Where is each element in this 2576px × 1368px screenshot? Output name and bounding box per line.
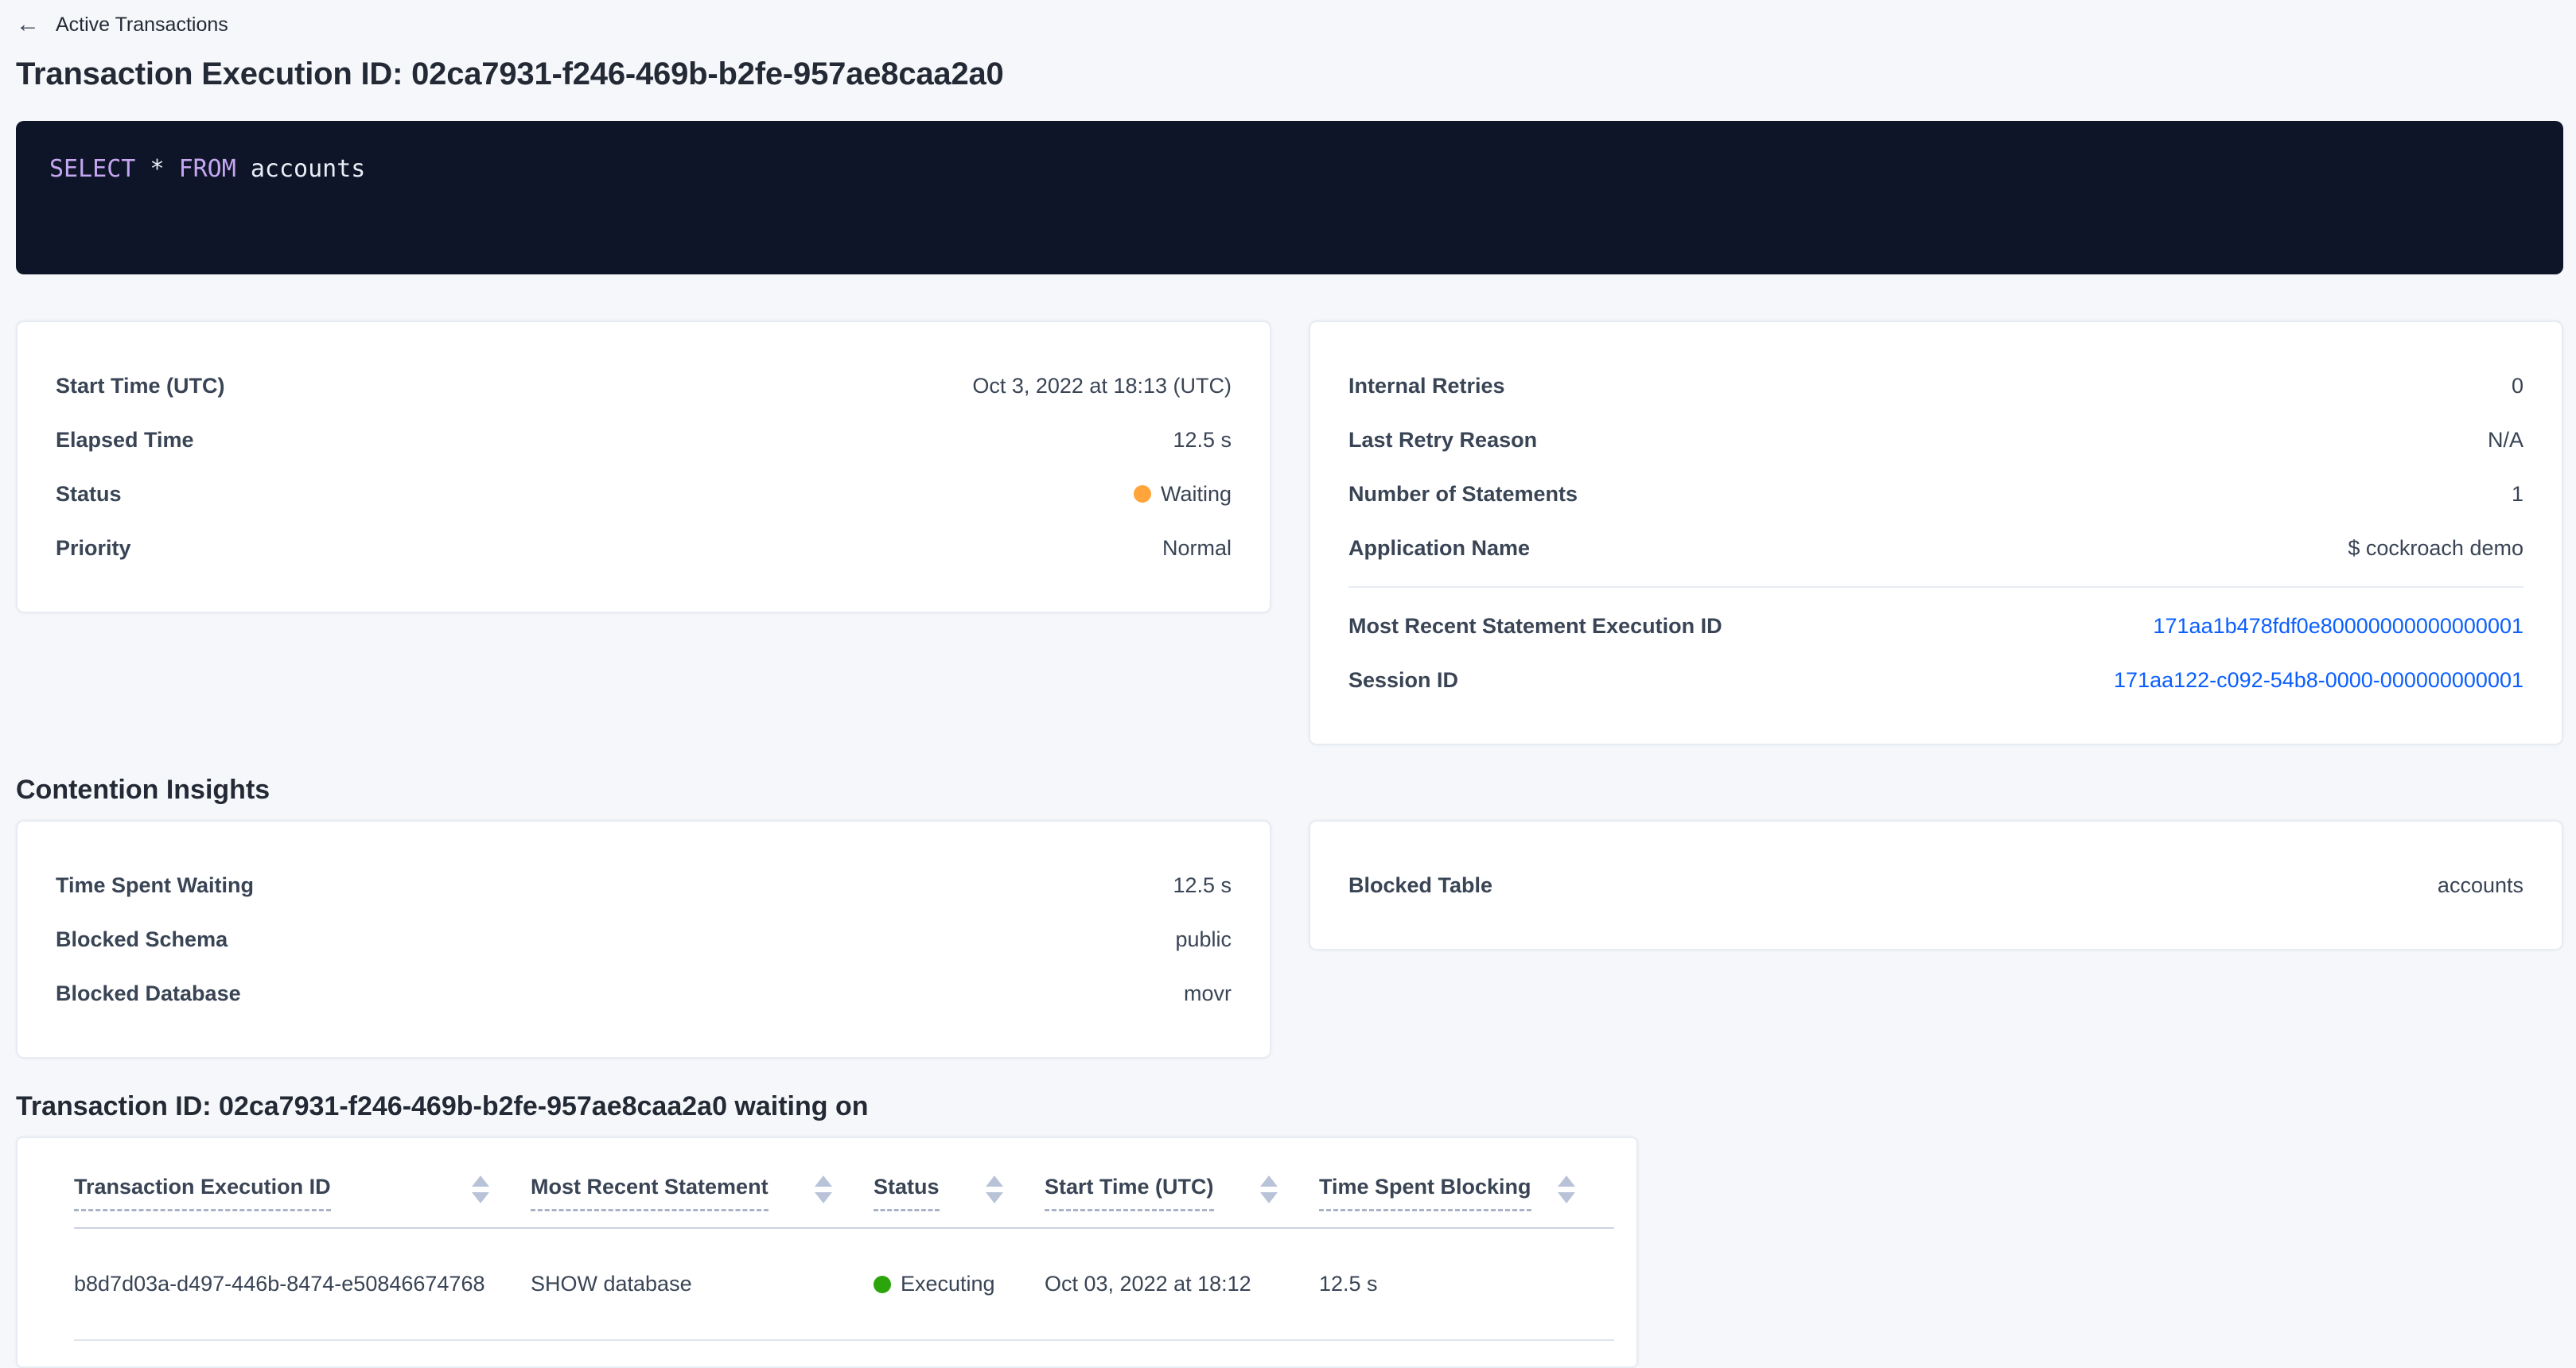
status-label: Status [56,482,122,507]
blocked-database-value: movr [1184,981,1232,1006]
transaction-details-page: ← Active Transactions Transaction Execut… [0,0,2576,1368]
column-header-most-recent-statement-label[interactable]: Most Recent Statement [531,1175,769,1211]
sort-down-icon [986,1192,1003,1203]
internal-retries-row: Internal Retries 0 [1348,359,2523,413]
back-arrow-icon: ← [16,13,40,37]
last-retry-reason-label: Last Retry Reason [1348,428,1537,453]
time-spent-waiting-row: Time Spent Waiting 12.5 s [56,858,1232,912]
sort-arrows-icon[interactable] [1558,1176,1575,1203]
sql-keyword-select: SELECT [49,155,135,183]
sql-table-name: accounts [251,155,366,183]
internal-retries-value: 0 [2512,374,2523,398]
waiting-on-table-card: Transaction Execution ID Most Recent Sta… [16,1137,1638,1368]
column-header-transaction-execution-id-label[interactable]: Transaction Execution ID [74,1175,331,1211]
blocked-database-row: Blocked Database movr [56,966,1232,1020]
most-recent-statement-execution-id-row: Most Recent Statement Execution ID 171aa… [1348,599,2523,653]
sort-down-icon [815,1192,832,1203]
status-row: Status Waiting [56,467,1232,521]
last-retry-reason-value: N/A [2488,428,2523,453]
session-id-label: Session ID [1348,668,1458,693]
start-time-row: Start Time (UTC) Oct 3, 2022 at 18:13 (U… [56,359,1232,413]
number-of-statements-row: Number of Statements 1 [1348,467,2523,521]
sort-up-icon [986,1176,1003,1187]
contention-left-card: Time Spent Waiting 12.5 s Blocked Schema… [16,820,1271,1059]
waiting-on-table-header: Transaction Execution ID Most Recent Sta… [74,1138,1614,1229]
column-header-time-spent-blocking-label[interactable]: Time Spent Blocking [1319,1175,1531,1211]
elapsed-time-label: Elapsed Time [56,428,194,453]
column-header-start-time-label[interactable]: Start Time (UTC) [1045,1175,1214,1211]
number-of-statements-label: Number of Statements [1348,482,1578,507]
priority-row: Priority Normal [56,521,1232,575]
application-name-label: Application Name [1348,536,1530,561]
most-recent-statement-execution-id-link[interactable]: 171aa1b478fdf0e80000000000000001 [2154,614,2524,639]
status-value: Waiting [1134,482,1232,507]
session-id-link[interactable]: 171aa122-c092-54b8-0000-000000000001 [2114,668,2523,693]
session-id-row: Session ID 171aa122-c092-54b8-0000-00000… [1348,653,2523,707]
time-spent-waiting-value: 12.5 s [1173,873,1232,898]
blocked-schema-row: Blocked Schema public [56,912,1232,966]
start-time-value: Oct 3, 2022 at 18:13 (UTC) [972,374,1232,398]
contention-cards: Time Spent Waiting 12.5 s Blocked Schema… [16,820,2563,1059]
sort-up-icon [815,1176,832,1187]
overview-cards: Start Time (UTC) Oct 3, 2022 at 18:13 (U… [16,321,2563,745]
priority-label: Priority [56,536,131,561]
sort-up-icon [1558,1176,1575,1187]
executing-status-dot-icon [874,1276,891,1293]
back-to-active-transactions-link[interactable]: ← Active Transactions [16,8,228,41]
column-header-status: Status [874,1138,1045,1227]
last-retry-reason-row: Last Retry Reason N/A [1348,413,2523,467]
sort-down-icon [1260,1192,1278,1203]
sql-statement-box: SELECT * FROM accounts [16,121,2563,274]
contention-insights-heading: Contention Insights [16,774,2563,806]
internal-retries-label: Internal Retries [1348,374,1505,398]
cell-start-time: Oct 03, 2022 at 18:12 [1045,1229,1319,1339]
cell-status: Executing [874,1229,1045,1339]
cell-transaction-execution-id: b8d7d03a-d497-446b-8474-e50846674768 [74,1229,531,1339]
sort-down-icon [1558,1192,1575,1203]
cell-time-spent-blocking: 12.5 s [1319,1229,1617,1339]
blocked-schema-label: Blocked Schema [56,927,228,952]
sort-up-icon [472,1176,489,1187]
sort-arrows-icon[interactable] [815,1176,832,1203]
elapsed-time-value: 12.5 s [1173,428,1232,453]
sql-star-operator: * [150,155,164,183]
column-header-most-recent-statement: Most Recent Statement [531,1138,874,1227]
sort-up-icon [1260,1176,1278,1187]
application-name-row: Application Name $ cockroach demo [1348,521,2523,575]
application-name-value: $ cockroach demo [2348,536,2523,561]
status-value-text: Waiting [1161,482,1232,507]
most-recent-statement-execution-id-label: Most Recent Statement Execution ID [1348,614,1722,639]
waiting-status-dot-icon [1134,485,1151,503]
sort-arrows-icon[interactable] [1260,1176,1278,1203]
sort-arrows-icon[interactable] [986,1176,1003,1203]
sort-arrows-icon[interactable] [472,1176,489,1203]
blocked-database-label: Blocked Database [56,981,241,1006]
start-time-label: Start Time (UTC) [56,374,225,398]
blocked-table-row: Blocked Table accounts [1348,858,2523,912]
waiting-on-table-row: b8d7d03a-d497-446b-8474-e50846674768 SHO… [74,1229,1614,1341]
cell-most-recent-statement: SHOW database [531,1229,874,1339]
back-link-label: Active Transactions [56,14,228,37]
sql-keyword-from: FROM [179,155,236,183]
time-spent-waiting-label: Time Spent Waiting [56,873,254,898]
column-header-transaction-execution-id: Transaction Execution ID [74,1138,531,1227]
column-header-time-spent-blocking: Time Spent Blocking [1319,1138,1617,1227]
cell-status-text: Executing [901,1272,995,1296]
contention-right-card: Blocked Table accounts [1309,820,2563,950]
sort-down-icon [472,1192,489,1203]
blocked-table-value: accounts [2438,873,2523,898]
elapsed-time-row: Elapsed Time 12.5 s [56,413,1232,467]
column-header-status-label[interactable]: Status [874,1175,940,1211]
blocked-schema-value: public [1175,927,1232,952]
page-title: Transaction Execution ID: 02ca7931-f246-… [16,56,2563,92]
overview-left-card: Start Time (UTC) Oct 3, 2022 at 18:13 (U… [16,321,1271,613]
blocked-table-label: Blocked Table [1348,873,1492,898]
card-divider [1348,586,2523,588]
overview-right-card: Internal Retries 0 Last Retry Reason N/A… [1309,321,2563,745]
column-header-start-time: Start Time (UTC) [1045,1138,1319,1227]
priority-value: Normal [1162,536,1232,561]
waiting-on-heading: Transaction ID: 02ca7931-f246-469b-b2fe-… [16,1090,2563,1122]
number-of-statements-value: 1 [2512,482,2523,507]
